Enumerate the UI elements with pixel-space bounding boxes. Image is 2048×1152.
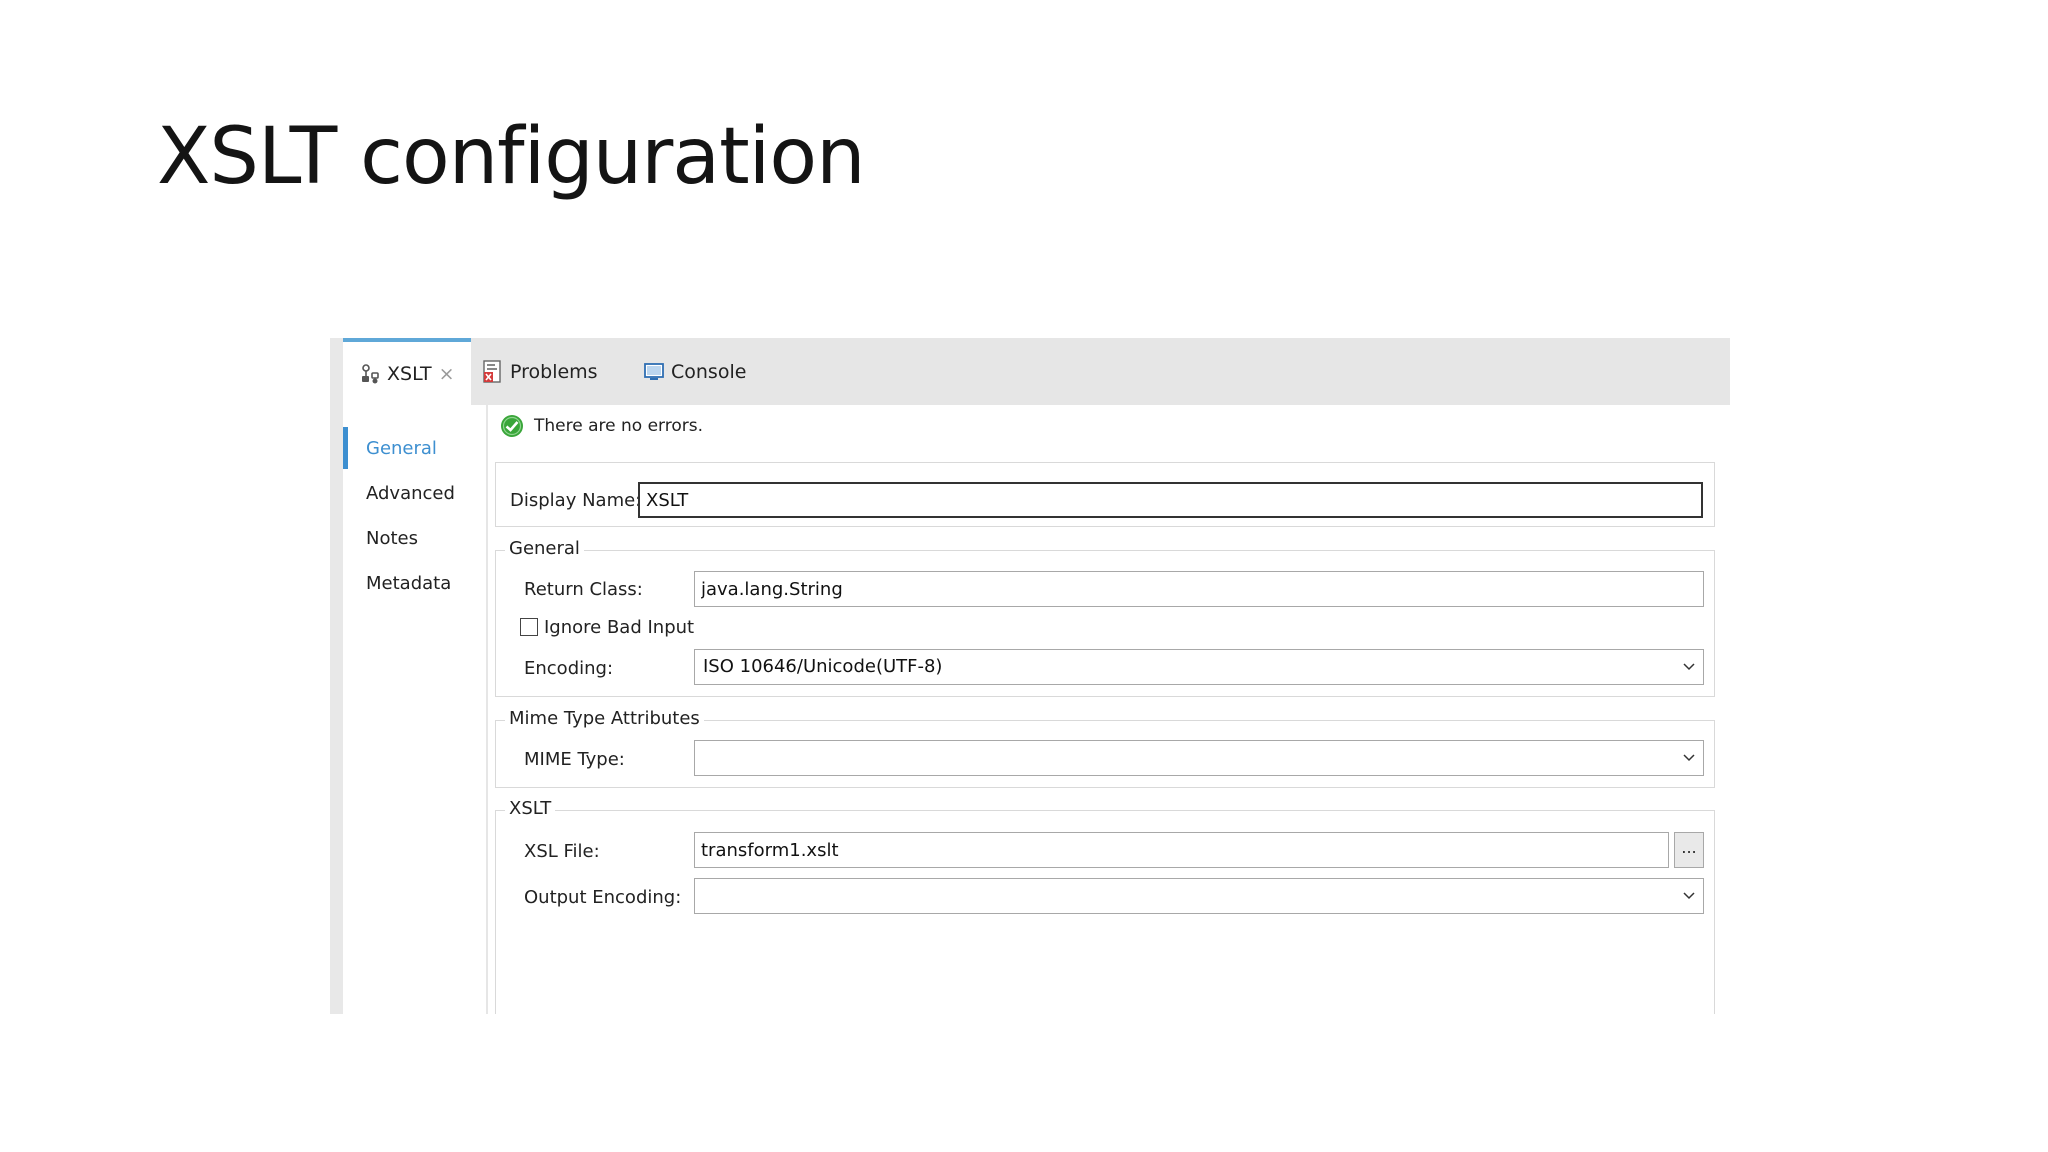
encoding-select[interactable]: ISO 10646/Unicode(UTF-8) <box>694 649 1704 685</box>
properties-panel: XSLT × Problems Console General Advanced… <box>330 338 1730 1014</box>
tab-console-label: Console <box>671 360 747 383</box>
chevron-down-icon <box>1683 754 1695 762</box>
mime-type-select[interactable] <box>694 740 1704 776</box>
console-icon <box>643 362 665 382</box>
xsl-file-input[interactable] <box>694 832 1669 868</box>
problems-icon <box>482 359 504 384</box>
content-separator <box>486 405 488 1014</box>
mime-type-label: MIME Type: <box>524 749 625 770</box>
panel-left-border <box>330 338 343 1014</box>
encoding-value: ISO 10646/Unicode(UTF-8) <box>703 656 943 677</box>
tab-xslt[interactable]: XSLT × <box>343 338 471 405</box>
output-encoding-select[interactable] <box>694 878 1704 914</box>
sidenav-item-metadata[interactable]: Metadata <box>343 562 465 604</box>
output-encoding-label: Output Encoding: <box>524 887 682 908</box>
general-legend: General <box>505 538 584 559</box>
validation-status: There are no errors. <box>500 414 703 438</box>
tab-bar: XSLT × Problems Console <box>343 338 1730 405</box>
settings-sidenav: General Advanced Notes Metadata <box>343 405 465 1014</box>
xslt-legend: XSLT <box>505 798 556 819</box>
tab-problems-label: Problems <box>510 360 598 383</box>
tab-console[interactable]: Console <box>643 338 746 405</box>
browse-button[interactable]: ... <box>1674 832 1704 868</box>
encoding-label: Encoding: <box>524 658 614 679</box>
chevron-down-icon <box>1683 892 1695 900</box>
slide-title: XSLT configuration <box>157 112 865 202</box>
xsl-file-label: XSL File: <box>524 841 600 862</box>
check-circle-icon <box>500 414 524 438</box>
tab-problems[interactable]: Problems <box>482 338 598 405</box>
return-class-label: Return Class: <box>524 579 643 600</box>
sidenav-item-advanced[interactable]: Advanced <box>343 472 465 514</box>
mime-type-legend: Mime Type Attributes <box>505 708 704 729</box>
display-name-input[interactable] <box>638 482 1703 518</box>
close-icon[interactable]: × <box>439 363 455 385</box>
ignore-bad-input-checkbox[interactable] <box>520 618 538 636</box>
sidenav-item-notes[interactable]: Notes <box>343 517 465 559</box>
sidenav-item-general[interactable]: General <box>343 427 465 469</box>
status-text: There are no errors. <box>534 416 703 436</box>
ignore-bad-input-label: Ignore Bad Input <box>544 617 695 638</box>
display-name-label: Display Name: <box>510 490 642 511</box>
chevron-down-icon <box>1683 663 1695 671</box>
tab-xslt-label: XSLT <box>387 362 432 385</box>
return-class-input[interactable] <box>694 571 1704 607</box>
xslt-component-icon <box>359 363 381 385</box>
